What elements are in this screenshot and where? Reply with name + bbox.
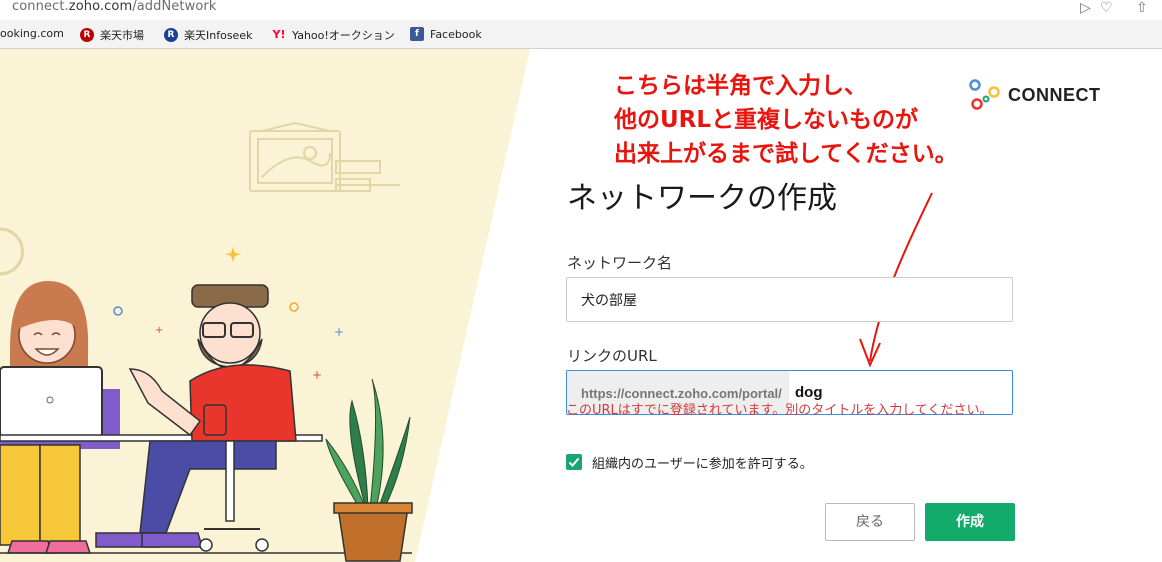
url-prefix: connect. (12, 0, 69, 14)
connect-logo-icon (969, 79, 1000, 110)
bookmark-infoseek[interactable]: R 楽天Infoseek (164, 27, 252, 43)
infoseek-icon: R (164, 28, 178, 42)
network-name-label: ネットワーク名 (567, 254, 673, 272)
bookmark-label: 楽天市場 (100, 29, 144, 42)
url-domain: zoho.com (68, 0, 133, 14)
illustration: + + + (0, 49, 530, 562)
allow-join-checkbox[interactable] (566, 454, 582, 470)
red-annotation: こちらは半角で入力し、 他のURLと重複しないものが 出来上がるまで試してくださ… (614, 69, 958, 171)
create-button[interactable]: 作成 (925, 503, 1015, 541)
allow-join-label[interactable]: 組織内のユーザーに参加を許可する。 (592, 453, 813, 472)
share-icon[interactable]: ⇧ (1136, 0, 1148, 16)
bookmark-booking[interactable]: ooking.com (0, 27, 64, 40)
svg-text:+: + (155, 325, 163, 336)
back-button[interactable]: 戻る (825, 503, 915, 541)
heart-icon[interactable]: ♡ (1100, 0, 1113, 16)
svg-text:+: + (334, 325, 344, 339)
yahoo-icon: Y! (272, 28, 286, 41)
bookmark-label: Facebook (430, 27, 482, 41)
page-content: + + + CONNECT こちらは半角で入力し、 他のURLと重複しないものが… (0, 49, 1162, 562)
facebook-icon: f (410, 27, 424, 41)
url-error-message: このURLはすでに登録されています。別のタイトルを入力してください。 (566, 403, 993, 418)
annotation-line: 出来上がるまで試してください。 (614, 141, 958, 167)
bookmark-label: 楽天Infoseek (184, 29, 253, 42)
page-title: ネットワークの作成 (567, 181, 837, 216)
annotation-line: 他のURLと重複しないものが (614, 107, 919, 133)
bookmark-label: ooking.com (0, 27, 64, 40)
bookmark-facebook[interactable]: f Facebook (410, 27, 482, 41)
rakuten-icon: R (80, 28, 94, 42)
checkmark-icon (568, 457, 580, 467)
svg-text:+: + (312, 368, 322, 382)
browser-address-bar[interactable]: connect.zoho.com/addNetwork ▷ ♡ ⇧ (0, 0, 1162, 21)
annotation-line: こちらは半角で入力し、 (614, 73, 867, 99)
network-name-value: 犬の部屋 (581, 293, 637, 309)
url-text[interactable]: connect.zoho.com/addNetwork (12, 0, 216, 14)
bookmark-rakuten[interactable]: R 楽天市場 (80, 27, 144, 43)
network-name-field[interactable]: 犬の部屋 (566, 277, 1013, 322)
url-value: dog (795, 384, 823, 401)
connect-logo[interactable]: CONNECT (968, 78, 1101, 112)
send-icon[interactable]: ▷ (1080, 0, 1091, 16)
bookmark-label: Yahoo!オークション (292, 29, 395, 42)
link-url-label: リンクのURL (567, 347, 657, 365)
connect-logo-text: CONNECT (1008, 84, 1101, 105)
bookmark-yahoo[interactable]: Y! Yahoo!オークション (270, 27, 395, 43)
url-path: /addNetwork (132, 0, 217, 14)
bookmarks-bar: ooking.com R 楽天市場 R 楽天Infoseek Y! Yahoo!オーク… (0, 20, 1162, 49)
